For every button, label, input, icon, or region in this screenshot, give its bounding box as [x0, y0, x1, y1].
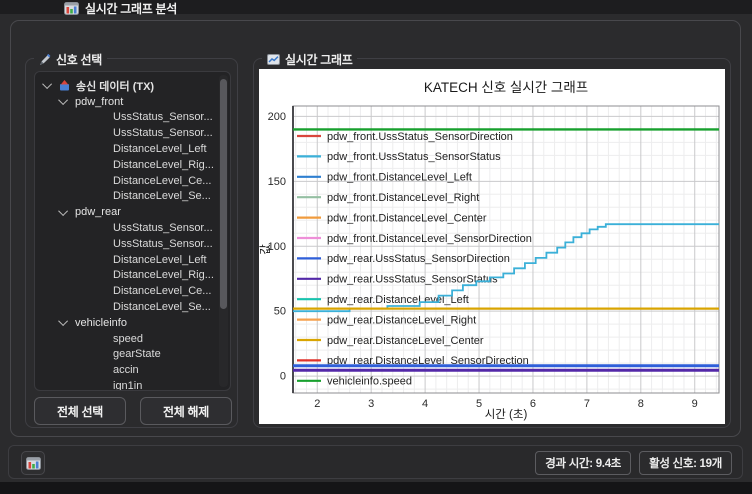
- tree-item[interactable]: vehicleinfo: [35, 315, 230, 331]
- tree-item[interactable]: DistanceLevel_Rig...: [35, 157, 230, 173]
- legend-label: pdw_front.DistanceLevel_Right: [327, 192, 479, 204]
- tree-item-label: DistanceLevel_Left: [113, 143, 207, 156]
- line-chart-icon: [267, 54, 280, 65]
- legend-label: pdw_rear.DistanceLevel_Center: [327, 335, 484, 347]
- x-tick-label: 9: [692, 398, 698, 410]
- tree-scrollbar[interactable]: [219, 75, 228, 387]
- x-tick-label: 4: [422, 398, 428, 410]
- tree-scrollbar-thumb[interactable]: [220, 79, 227, 309]
- y-tick-label: 50: [274, 306, 286, 318]
- tree-item-label: pdw_front: [75, 95, 124, 108]
- tree-item[interactable]: gearState: [35, 347, 230, 363]
- tree-item[interactable]: speed: [35, 331, 230, 347]
- realtime-graph-panel: 실시간 그래프 2 3 4 5 6 7 8 9 0 50 100 150 200 KATECH 신호 실시…: [253, 51, 731, 428]
- y-axis-label: 값: [259, 244, 272, 255]
- legend-label: pdw_front.UssStatus_SensorDirection: [327, 131, 513, 143]
- chart-title: KATECH 신호 실시간 그래프: [424, 80, 588, 95]
- tree-item-label: accin: [113, 364, 139, 377]
- tree-item[interactable]: DistanceLevel_Left: [35, 252, 230, 268]
- window-bottom-edge: [0, 482, 752, 494]
- y-tick-label: 150: [268, 176, 286, 188]
- tree-item[interactable]: UssStatus_Sensor...: [35, 236, 230, 252]
- x-tick-label: 8: [638, 398, 644, 410]
- y-tick-label: 0: [280, 371, 286, 383]
- signal-tree: 송신 데이터 (TX) pdw_front UssStatus_Sensor... U…: [34, 71, 231, 391]
- realtime-graph-title: 실시간 그래프: [285, 53, 353, 67]
- tree-item[interactable]: pdw_rear: [35, 204, 230, 220]
- tree-item-label: DistanceLevel_Ce...: [113, 285, 212, 298]
- legend-label: pdw_rear.UssStatus_SensorStatus: [327, 274, 498, 286]
- x-tick-label: 2: [314, 398, 320, 410]
- tree-item[interactable]: UssStatus_Sensor...: [35, 110, 230, 126]
- tree-item[interactable]: DistanceLevel_Ce...: [35, 173, 230, 189]
- active-signals-badge: 활성 신호: 19개: [639, 451, 732, 475]
- tree-item-label: DistanceLevel_Se...: [113, 190, 211, 203]
- legend-label: pdw_rear.DistanceLevel_Right: [327, 314, 476, 326]
- legend-label: vehicleinfo.speed: [327, 376, 412, 388]
- tree-item[interactable]: DistanceLevel_Ce...: [35, 283, 230, 299]
- chevron-down-icon[interactable]: [42, 79, 53, 90]
- legend-label: pdw_rear.UssStatus_SensorDirection: [327, 253, 510, 265]
- tree-item[interactable]: UssStatus_Sensor...: [35, 220, 230, 236]
- tree-item-label: DistanceLevel_Rig...: [113, 269, 214, 282]
- tree-item-label: UssStatus_Sensor...: [113, 111, 213, 124]
- window-title: 실시간 그래프 분석: [64, 1, 177, 16]
- deselect-all-button[interactable]: 전체 해제: [140, 397, 232, 425]
- tree-item-label: 송신 데이터 (TX): [76, 80, 155, 93]
- tree-item-label: gearState: [113, 348, 161, 361]
- tree-item-label: vehicleinfo: [75, 316, 127, 329]
- main-groupbox: 신호 선택 송신 데이터 (TX) pdw_front UssStatus_Sens…: [10, 20, 741, 437]
- tree-item[interactable]: DistanceLevel_Rig...: [35, 268, 230, 284]
- chevron-down-icon[interactable]: [58, 316, 69, 327]
- tree-item[interactable]: UssStatus_Sensor...: [35, 125, 230, 141]
- elapsed-time-badge: 경과 시간: 9.4초: [535, 451, 632, 475]
- status-bar: 경과 시간: 9.4초 활성 신호: 19개: [8, 445, 743, 479]
- tree-item-label: DistanceLevel_Rig...: [113, 158, 214, 171]
- tree-item-label: pdw_rear: [75, 206, 121, 219]
- tree-item[interactable]: DistanceLevel_Se...: [35, 189, 230, 205]
- tree-item[interactable]: 송신 데이터 (TX): [35, 78, 230, 94]
- status-badges: 경과 시간: 9.4초 활성 신호: 19개: [535, 451, 732, 475]
- tree-item-label: DistanceLevel_Left: [113, 253, 207, 266]
- x-tick-label: 3: [368, 398, 374, 410]
- tree-item-label: UssStatus_Sensor...: [113, 127, 213, 140]
- signal-select-header: 신호 선택: [34, 51, 107, 68]
- x-tick-label: 5: [476, 398, 482, 410]
- x-tick-label: 6: [530, 398, 536, 410]
- realtime-graph-header: 실시간 그래프: [262, 51, 358, 68]
- pencil-icon: [40, 53, 51, 65]
- chart-canvas: 2 3 4 5 6 7 8 9 0 50 100 150 200 KATECH 신호 실시간 그래프 시간 …: [259, 69, 725, 424]
- tree-item[interactable]: DistanceLevel_Se...: [35, 299, 230, 315]
- legend-label: pdw_front.DistanceLevel_SensorDirection: [327, 233, 532, 245]
- tree-item[interactable]: ign1in: [35, 378, 230, 391]
- tree-item-label: speed: [113, 332, 143, 345]
- tree-item-label: ign1in: [113, 380, 143, 391]
- status-chart-icon-button[interactable]: [21, 451, 45, 475]
- tx-data-icon: [60, 80, 69, 91]
- status-chart-icon: [25, 456, 41, 470]
- tree-actions: 전체 선택 전체 해제: [34, 397, 232, 425]
- legend-label: pdw_front.UssStatus_SensorStatus: [327, 151, 501, 163]
- tree-item[interactable]: accin: [35, 362, 230, 378]
- y-tick-label: 200: [268, 111, 286, 123]
- x-axis-label: 시간 (초): [485, 408, 528, 421]
- tree-item[interactable]: pdw_front: [35, 94, 230, 110]
- signal-select-panel: 신호 선택 송신 데이터 (TX) pdw_front UssStatus_Sens…: [25, 51, 238, 428]
- tree-item-label: UssStatus_Sensor...: [113, 222, 213, 235]
- app-chart-icon: [64, 2, 79, 15]
- select-all-button[interactable]: 전체 선택: [34, 397, 126, 425]
- legend-label: pdw_front.DistanceLevel_Left: [327, 172, 472, 184]
- window-title-text: 실시간 그래프 분석: [85, 2, 177, 16]
- tree-item-label: DistanceLevel_Ce...: [113, 174, 212, 187]
- x-tick-label: 7: [584, 398, 590, 410]
- tree-item-label: DistanceLevel_Se...: [113, 301, 211, 314]
- chevron-down-icon[interactable]: [58, 95, 69, 106]
- chevron-down-icon[interactable]: [58, 205, 69, 216]
- chart-svg: 2 3 4 5 6 7 8 9050100150200KATECH 신호 실시간 그래프시간 …: [259, 69, 725, 424]
- legend-label: pdw_front.DistanceLevel_Center: [327, 212, 487, 224]
- signal-select-title: 신호 선택: [56, 53, 102, 67]
- tree-item[interactable]: DistanceLevel_Left: [35, 141, 230, 157]
- tree-item-label: UssStatus_Sensor...: [113, 237, 213, 250]
